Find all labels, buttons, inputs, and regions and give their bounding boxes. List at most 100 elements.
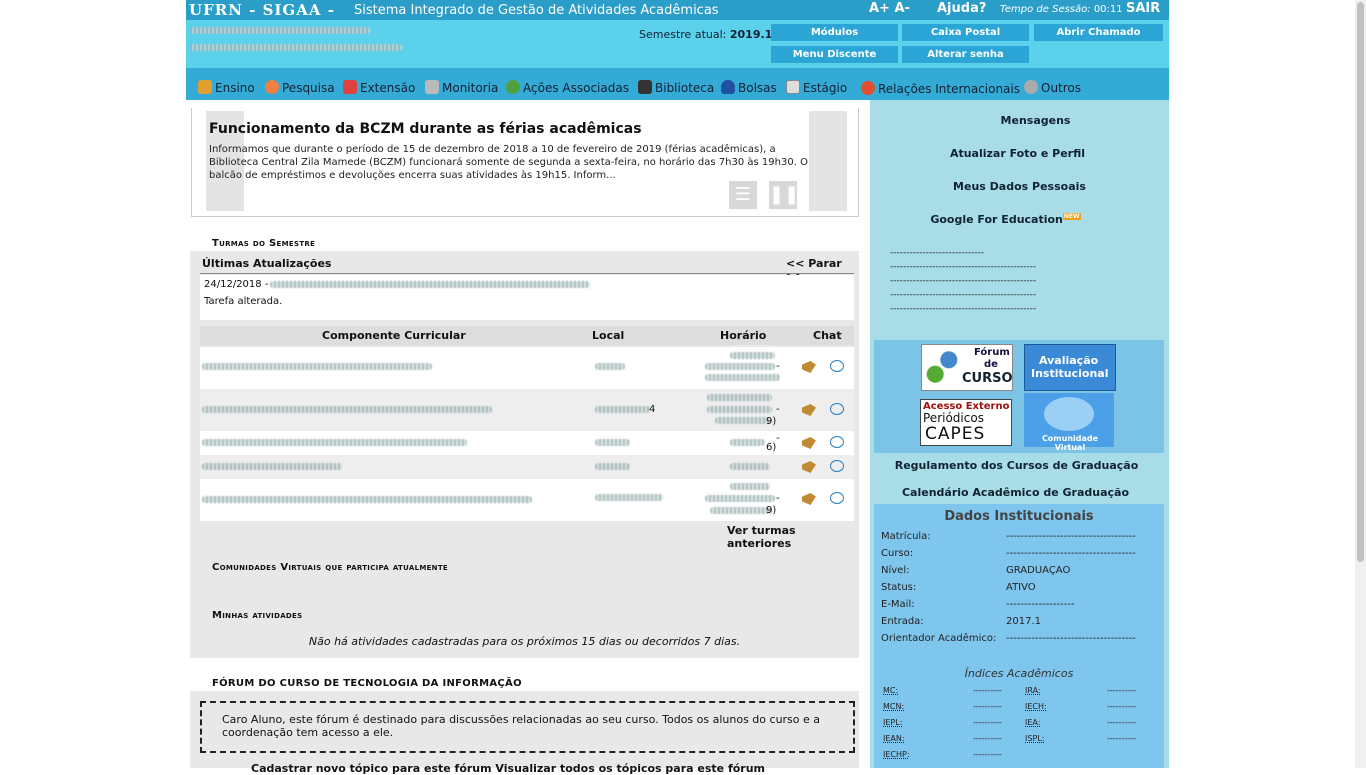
index-value: ---------- — [1107, 686, 1136, 695]
menu-estagio[interactable]: Estágio — [786, 80, 847, 95]
schedule-sep: - — [776, 493, 780, 504]
enter-class-icon[interactable] — [802, 461, 816, 473]
user-course-redacted — [190, 44, 402, 51]
chat-icon[interactable] — [830, 436, 844, 448]
field-value: 2017.1 — [1006, 616, 1041, 627]
dados-title: Dados Institucionais — [944, 509, 1094, 524]
pause-icon[interactable]: ❚❚ — [769, 181, 799, 209]
index-label: IECH: — [1025, 702, 1047, 711]
course-schedule-redacted — [710, 507, 772, 514]
banner-text: Institucional — [1031, 367, 1109, 380]
system-title: Sistema Integrado de Gestão de Atividade… — [354, 3, 719, 18]
index-label: IEA: — [1025, 718, 1041, 727]
banners-panel: Fórum de CURSO Avaliação Institucional A… — [874, 340, 1164, 453]
index-value: ---------- — [1107, 702, 1136, 711]
enter-class-icon[interactable] — [802, 361, 816, 373]
index-label: IRA: — [1025, 686, 1041, 695]
brand-logo[interactable]: UFRN - SIGAA - — [189, 1, 335, 19]
comunidade-virtual-banner[interactable]: Comunidade Virtual — [1024, 393, 1114, 452]
enter-class-icon[interactable] — [802, 437, 816, 449]
news-title[interactable]: Funcionamento da BCZM durante as férias … — [209, 121, 642, 137]
capes-periodicos-banner[interactable]: Acesso Externo Periódicos CAPES — [920, 399, 1012, 446]
main-content: Funcionamento da BCZM durante as férias … — [190, 100, 859, 775]
forum-curso-banner[interactable]: Fórum de CURSO — [921, 344, 1013, 391]
field-label: E-Mail: — [881, 599, 915, 610]
menu-monitoria[interactable]: Monitoria — [425, 80, 498, 95]
field-label: Status: — [881, 582, 917, 593]
menu-acoes-associadas[interactable]: Ações Associadas — [506, 80, 629, 95]
new-badge: NEW — [1062, 213, 1081, 221]
table-row: - 9) — [200, 479, 854, 521]
placeholder-line: ----------------------------------------… — [890, 304, 1037, 314]
schedule-partial: 6) — [766, 442, 777, 453]
indices-title: Índices Acadêmicos — [964, 667, 1074, 680]
enter-class-icon[interactable] — [802, 404, 816, 416]
sidebar: Mensagens Atualizar Foto e Perfil Meus D… — [870, 100, 1169, 768]
page-scrollbar[interactable] — [1355, 0, 1366, 768]
course-name-redacted[interactable] — [202, 363, 432, 370]
field-label: Matrícula: — [881, 531, 931, 542]
logout-link[interactable]: SAIR — [1126, 1, 1160, 16]
menu-outros[interactable]: Outros — [1024, 80, 1081, 95]
menu-discente-button[interactable]: Menu Discente — [771, 46, 898, 63]
field-value: ------------------------------------ — [1006, 548, 1136, 559]
comunidades-panel — [190, 575, 859, 589]
enter-class-icon[interactable] — [802, 493, 816, 505]
course-name-redacted[interactable] — [202, 463, 342, 470]
menu-bolsas[interactable]: Bolsas — [721, 80, 777, 95]
user-name-redacted — [190, 27, 370, 34]
scrollbar-thumb[interactable] — [1357, 2, 1364, 562]
menu-relacoes-internacionais[interactable]: Relações Internacionais — [861, 81, 1020, 96]
older-classes-link[interactable]: Ver turmas anteriores — [727, 524, 859, 550]
chat-icon[interactable] — [830, 360, 844, 372]
chat-icon[interactable] — [830, 460, 844, 472]
menu-biblioteca[interactable]: Biblioteca — [638, 80, 714, 95]
menu-ensino[interactable]: Ensino — [198, 80, 255, 95]
caixa-postal-button[interactable]: Caixa Postal — [902, 24, 1029, 41]
banner-text: de — [984, 359, 998, 370]
chat-icon[interactable] — [830, 492, 844, 504]
schedule-sep: - — [776, 433, 780, 444]
alterar-senha-button[interactable]: Alterar senha — [902, 46, 1029, 63]
sigaa-portal: UFRN - SIGAA - Sistema Integrado de Gest… — [186, 0, 1169, 775]
updates-divider — [200, 273, 854, 274]
course-schedule-redacted — [730, 463, 770, 470]
modulos-button[interactable]: Módulos — [771, 24, 898, 41]
list-icon[interactable]: ☰ — [729, 181, 757, 209]
update-text: Tarefa alterada. — [204, 296, 283, 307]
chat-icon[interactable] — [830, 403, 844, 415]
table-row: - 6) — [200, 431, 854, 455]
header: UFRN - SIGAA - Sistema Integrado de Gest… — [186, 0, 1169, 68]
library-icon — [638, 80, 652, 94]
course-name-redacted[interactable] — [202, 496, 532, 503]
update-date: 24/12/2018 - — [204, 279, 269, 290]
table-row — [200, 455, 854, 479]
avaliacao-institucional-banner[interactable]: Avaliação Institucional — [1024, 344, 1116, 391]
col-componente: Componente Curricular — [322, 329, 466, 342]
course-schedule-redacted — [715, 417, 770, 424]
menu-pesquisa[interactable]: Pesquisa — [265, 80, 335, 95]
course-local-redacted — [595, 406, 650, 413]
placeholder-line: ----------------------------------------… — [890, 262, 1037, 272]
abrir-chamado-button[interactable]: Abrir Chamado — [1034, 24, 1163, 41]
calendario-link[interactable]: Calendário Acadêmico de Graduação — [866, 486, 1165, 499]
course-local-redacted — [595, 363, 625, 370]
google-education-link[interactable]: Google For EducationNEW — [856, 213, 1155, 226]
regulamento-link[interactable]: Regulamento dos Cursos de Graduação — [867, 459, 1166, 472]
forum-links[interactable]: Cadastrar novo tópico para este fórum Vi… — [251, 762, 765, 775]
index-label: MCN: — [883, 702, 905, 711]
mensagens-link[interactable]: Mensagens — [886, 114, 1185, 127]
course-name-redacted[interactable] — [202, 406, 492, 413]
course-name-redacted[interactable] — [202, 439, 467, 446]
community-icon — [1044, 397, 1094, 431]
update-title-redacted[interactable] — [270, 281, 590, 288]
index-value: ---------- — [973, 686, 1002, 695]
help-link[interactable]: Ajuda? — [937, 1, 986, 16]
current-semester: Semestre atual: 2019.1 — [639, 28, 773, 41]
menu-extensao[interactable]: Extensão — [343, 80, 415, 95]
atualizar-foto-link[interactable]: Atualizar Foto e Perfil — [868, 147, 1167, 160]
font-size-controls[interactable]: A+ A- — [869, 1, 910, 16]
index-value: ---------- — [1107, 718, 1136, 727]
index-label: IEAN: — [883, 734, 905, 743]
dados-pessoais-link[interactable]: Meus Dados Pessoais — [870, 180, 1169, 193]
